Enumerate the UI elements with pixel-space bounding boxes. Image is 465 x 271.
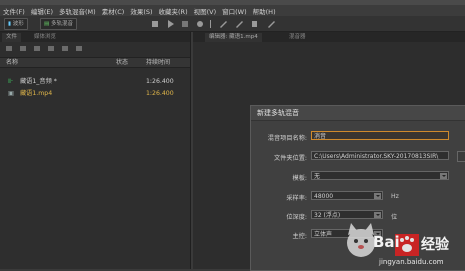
chevron-down-icon <box>440 173 447 179</box>
multitrack-view-button[interactable]: ▤ 多轨混音 <box>40 18 77 30</box>
time-selection-tool-icon <box>182 21 188 27</box>
folder-location-input[interactable]: C:\Users\Administrator.SKY-20170813SIR\ <box>311 151 449 160</box>
session-name-input[interactable]: 消音 <box>311 131 449 140</box>
menu-help[interactable]: 帮助(H) <box>253 6 276 16</box>
sample-rate-unit: Hz <box>391 193 399 200</box>
tool-icons-group <box>152 20 275 28</box>
folder-location-label: 文件夹位置: <box>273 155 307 162</box>
dialog-title-bar: 新建多轨混音 <box>251 106 465 121</box>
column-status[interactable]: 状态 <box>116 58 128 67</box>
chevron-down-icon <box>374 193 381 199</box>
bit-depth-label: 位深度: <box>286 214 307 221</box>
menu-clip[interactable]: 素材(C) <box>102 6 125 16</box>
razor-tool-icon <box>168 20 174 28</box>
video-file-icon: ▣ <box>8 90 14 97</box>
waveform-view-button[interactable]: ▮ 波形 <box>4 18 28 30</box>
watermark-suffix: 经验 <box>421 237 449 253</box>
watermark-brand: Bai <box>373 233 400 251</box>
new-file-icon[interactable] <box>34 46 40 51</box>
tab-editor[interactable]: 编辑器: 藏语1.mp4 <box>205 33 262 42</box>
multitrack-icon: ⊪ <box>8 78 14 85</box>
tab-mixer[interactable]: 混音器 <box>285 33 310 42</box>
open-file-icon[interactable] <box>6 46 12 51</box>
sample-rate-select[interactable]: 48000 <box>311 191 383 200</box>
file-row[interactable]: ▣ 藏语1.mp4 1:26.400 <box>0 88 190 99</box>
editor-panel-tabs: 编辑器: 藏语1.mp4 混音器 <box>193 32 465 42</box>
search-icon[interactable] <box>76 46 82 51</box>
multitrack-icon: ▤ <box>44 21 50 27</box>
template-select[interactable]: 无 <box>311 171 449 180</box>
column-duration[interactable]: 持续时间 <box>146 58 170 67</box>
close-file-icon[interactable] <box>62 46 68 51</box>
files-panel: 文件 媒体浏览 名称 状态 持续时间 ⊪ 藏语1_音频 * 1:26.400 ▣… <box>0 32 191 269</box>
menu-bar: 文件(F) 编辑(E) 多轨混音(M) 素材(C) 效果(S) 收藏夹(R) 视… <box>0 5 465 16</box>
file-list-header: 名称 状态 持续时间 <box>0 57 190 68</box>
baidu-watermark: Bai 经验 jingyan.baidu.com <box>335 205 465 269</box>
column-name[interactable]: 名称 <box>6 58 18 67</box>
brush-tool-icon <box>220 21 227 28</box>
menu-file[interactable]: 文件(F) <box>3 6 25 16</box>
pencil-tool-icon <box>236 21 243 28</box>
paint-tool-icon <box>268 21 275 28</box>
insert-icon[interactable] <box>48 46 54 51</box>
menu-effects[interactable]: 效果(S) <box>130 6 152 16</box>
spot-heal-tool-icon <box>197 21 203 27</box>
master-label: 主控: <box>292 233 307 240</box>
file-row[interactable]: ⊪ 藏语1_音频 * 1:26.400 <box>0 76 190 87</box>
dialog-title: 新建多轨混音 <box>257 109 299 117</box>
import-file-icon[interactable] <box>20 46 26 51</box>
lasso-tool-icon <box>252 21 257 27</box>
sample-rate-label: 采样率: <box>286 195 307 202</box>
menu-view[interactable]: 视图(V) <box>194 6 217 16</box>
waveform-icon: ▮ <box>8 21 12 27</box>
move-tool-icon <box>152 21 158 27</box>
tab-files[interactable]: 文件 <box>2 33 22 42</box>
template-label: 模板: <box>292 175 307 182</box>
session-name-label: 混音项目名称: <box>267 135 307 142</box>
browse-button[interactable] <box>457 151 465 162</box>
toolbar: ▮ 波形 ▤ 多轨混音 <box>0 16 465 32</box>
menu-edit[interactable]: 编辑(E) <box>31 6 53 16</box>
files-panel-tabs: 文件 媒体浏览 <box>0 32 190 42</box>
menu-multitrack[interactable]: 多轨混音(M) <box>59 6 96 16</box>
files-panel-toolbar <box>0 42 190 56</box>
menu-favorites[interactable]: 收藏夹(R) <box>159 6 188 16</box>
menu-window[interactable]: 窗口(W) <box>222 6 247 16</box>
tab-media-browser[interactable]: 媒体浏览 <box>30 33 60 42</box>
watermark-url: jingyan.baidu.com <box>379 258 444 266</box>
